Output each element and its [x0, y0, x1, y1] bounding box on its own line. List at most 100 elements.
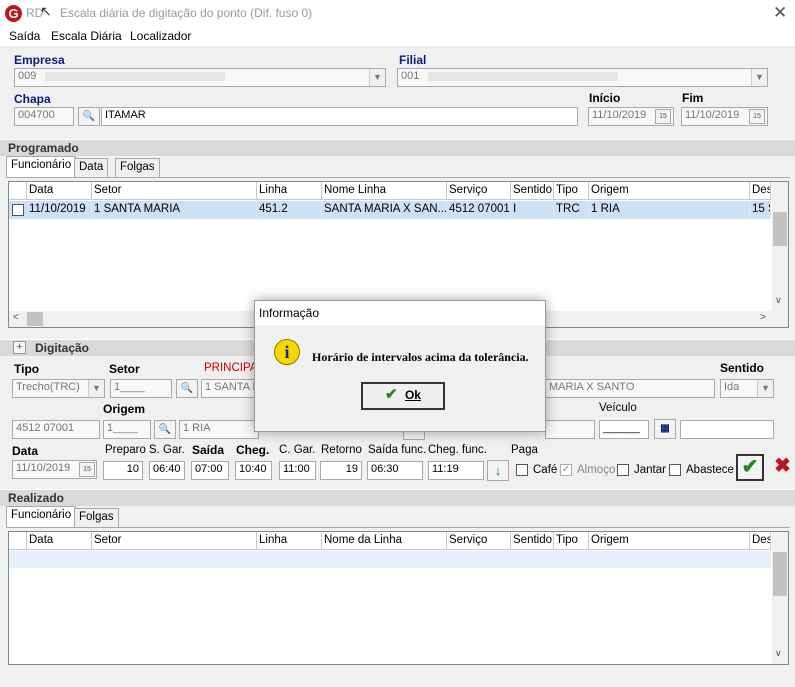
col-destino[interactable]: Des	[750, 532, 771, 550]
scroll-down-icon[interactable]: ∨	[775, 295, 782, 306]
tab-programado-folgas[interactable]: Folgas	[115, 158, 160, 177]
paga-label: Paga	[511, 444, 538, 456]
col-destino[interactable]: Des	[750, 182, 771, 200]
tab-realizado-funcionario[interactable]: Funcionário	[6, 506, 77, 527]
dialog-message: Horário de intervalos acima da tolerânci…	[312, 350, 529, 364]
filial-combo[interactable]: 001	[397, 68, 768, 87]
cheg-input[interactable]: 10:40	[235, 461, 272, 480]
menu-saida[interactable]: Saída	[9, 29, 40, 43]
veiculo-name-field	[680, 420, 774, 439]
vertical-scrollbar[interactable]: ∨	[772, 532, 788, 664]
plus-icon[interactable]: +	[13, 341, 26, 354]
calendar-icon[interactable]: 15	[655, 109, 671, 124]
saidafunc-label: Saída func.	[368, 444, 427, 456]
col-tipo[interactable]: Tipo	[554, 182, 589, 200]
binoculars-search-icon[interactable]: 🔍	[176, 379, 198, 398]
preparo-label: Preparo	[105, 444, 146, 456]
setor-input[interactable]: 1____	[110, 379, 172, 398]
programado-title: Programado	[8, 141, 79, 155]
confirm-check-icon[interactable]: ✔	[736, 454, 764, 481]
scroll-down-icon[interactable]: ∨	[775, 648, 782, 659]
tab-divider	[6, 527, 790, 528]
ok-button[interactable]: ✔ Ok	[361, 382, 445, 410]
col-data[interactable]: Data	[27, 532, 92, 550]
calendar-icon[interactable]: 15	[79, 462, 95, 477]
tab-programado-data[interactable]: Data	[74, 158, 109, 177]
table-row[interactable]	[9, 551, 771, 568]
col-setor[interactable]: Setor	[92, 182, 257, 200]
cafe-label: Café	[533, 464, 558, 476]
scrollbar-thumb[interactable]	[773, 212, 787, 246]
chevron-down-icon[interactable]: ▼	[369, 69, 385, 86]
cell-setor: 1 SANTA MARIA	[92, 201, 257, 219]
col-sentido[interactable]: Sentido	[511, 532, 554, 550]
col-servico[interactable]: Serviço	[447, 532, 511, 550]
empresa-combo[interactable]: 009	[14, 68, 386, 87]
calendar-icon[interactable]: 15	[749, 109, 765, 124]
jantar-label: Jantar	[634, 464, 666, 476]
app-logo-icon: G	[5, 5, 22, 22]
tab-realizado-folgas[interactable]: Folgas	[74, 508, 119, 527]
col-nome-linha[interactable]: Nome Linha	[322, 182, 447, 200]
scroll-left-icon[interactable]: <	[13, 312, 19, 323]
vehicle-calendar-icon[interactable]: ▦	[654, 419, 676, 439]
chevron-down-icon[interactable]: ▼	[751, 69, 767, 86]
cell-servico: 4512 07001	[447, 201, 511, 219]
scrollbar-thumb[interactable]	[773, 552, 787, 596]
binoculars-search-icon[interactable]: 🔍	[78, 107, 100, 126]
col-linha[interactable]: Linha	[257, 532, 322, 550]
table-row[interactable]: 11/10/2019 1 SANTA MARIA 451.2 SANTA MAR…	[9, 201, 771, 219]
col-linha[interactable]: Linha	[257, 182, 322, 200]
cafe-checkbox[interactable]	[516, 464, 528, 476]
col-servico[interactable]: Serviço	[447, 182, 511, 200]
vertical-scrollbar[interactable]: ∨	[772, 182, 788, 311]
abastece-checkbox[interactable]	[669, 464, 681, 476]
cancel-x-icon[interactable]: ✖	[770, 454, 795, 481]
col-origem[interactable]: Origem	[589, 182, 750, 200]
saida-input[interactable]: 07:00	[191, 461, 229, 480]
col-origem[interactable]: Origem	[589, 532, 750, 550]
menu-localizador[interactable]: Localizador	[130, 29, 191, 43]
destino-field	[545, 420, 595, 439]
retorno-input[interactable]: 19	[320, 461, 362, 480]
tab-divider	[6, 177, 790, 178]
chapa-input[interactable]: 004700	[14, 107, 74, 126]
saidafunc-input[interactable]: 06:30	[367, 461, 423, 480]
empresa-value: 009	[18, 70, 37, 82]
col-sentido[interactable]: Sentido	[511, 182, 554, 200]
col-setor[interactable]: Setor	[92, 532, 257, 550]
jantar-checkbox[interactable]	[617, 464, 629, 476]
veiculo-input[interactable]: ______	[599, 420, 649, 439]
arrow-down-icon[interactable]: ↓	[487, 460, 509, 481]
origem-label: Origem	[103, 402, 146, 416]
fim-label: Fim	[682, 91, 704, 105]
col-tipo[interactable]: Tipo	[554, 532, 589, 550]
empresa-name-blurred	[45, 71, 226, 81]
chevron-down-icon[interactable]: ▼	[88, 380, 104, 397]
almoco-checkbox[interactable]: ✓	[560, 464, 572, 476]
realizado-grid[interactable]: Data Setor Linha Nome da Linha Serviço S…	[8, 531, 789, 665]
grid-header: Data Setor Linha Nome Linha Serviço Sent…	[9, 182, 771, 200]
servico-field[interactable]: 4512 07001	[12, 420, 100, 439]
dialog-title: Informação	[255, 301, 545, 325]
cgar-input[interactable]: 11:00	[279, 461, 316, 480]
col-data[interactable]: Data	[27, 182, 92, 200]
sentido-label: Sentido	[720, 361, 764, 375]
tab-programado-funcionario[interactable]: Funcionário	[6, 156, 77, 177]
hscrollbar-thumb[interactable]	[27, 312, 43, 326]
principal-label: PRINCIPA	[204, 362, 258, 374]
chegfunc-input[interactable]: 11:19	[428, 461, 484, 480]
menu-escala-diaria[interactable]: Escala Diária	[51, 29, 122, 43]
chevron-down-icon[interactable]: ▼	[757, 380, 773, 397]
origem-name-field: 1 RIA	[179, 420, 259, 439]
grid-header-check	[9, 532, 27, 550]
col-nome-linha[interactable]: Nome da Linha	[322, 532, 447, 550]
binoculars-search-icon[interactable]: 🔍	[154, 420, 176, 439]
row-checkbox[interactable]	[12, 204, 24, 216]
preparo-input[interactable]: 10	[103, 461, 143, 480]
sgar-input[interactable]: 06:40	[149, 461, 185, 480]
grid-header: Data Setor Linha Nome da Linha Serviço S…	[9, 532, 771, 550]
origem-input[interactable]: 1____	[103, 420, 151, 439]
close-icon[interactable]: ✕	[773, 3, 787, 23]
scroll-right-icon[interactable]: >	[760, 312, 766, 323]
